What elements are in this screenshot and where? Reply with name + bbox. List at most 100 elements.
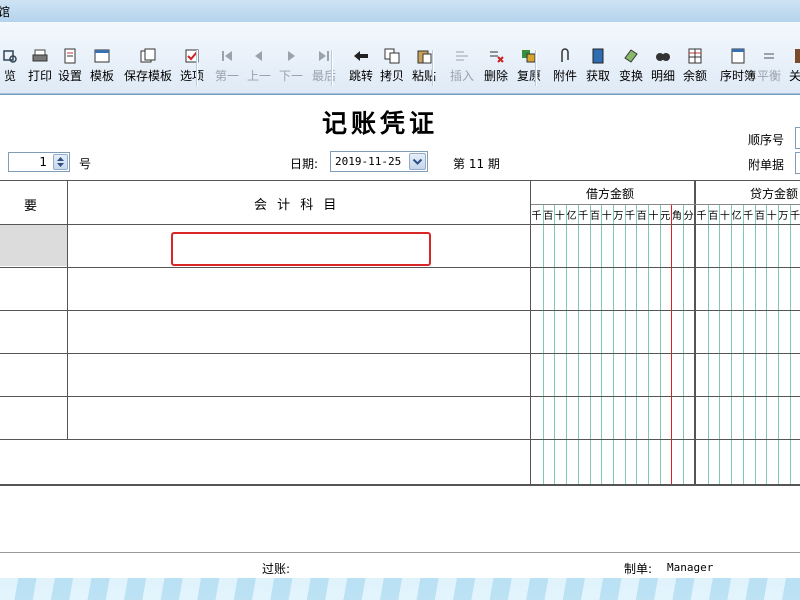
grid-line-row (0, 439, 800, 440)
column-header-debit: 借方金额 (586, 187, 635, 201)
toolbar-button-balance[interactable]: 余额 (683, 48, 707, 90)
insert-icon (454, 48, 470, 64)
amount-digit-line (648, 205, 649, 485)
account-input-active[interactable] (171, 232, 431, 266)
amount-digit-line (577, 205, 579, 485)
amount-digit-line (731, 205, 733, 485)
toolbar-button-save-template[interactable]: 保存模板 (124, 48, 172, 90)
toolbar-button-label: 设置 (58, 69, 83, 83)
jump-icon (353, 48, 369, 64)
period-text: 第 11 期 (453, 157, 500, 171)
toolbar-button-label: 打印 (28, 69, 53, 83)
spinner-arrows-icon[interactable] (53, 154, 68, 170)
journal-icon (730, 48, 746, 64)
amount-digit-line (789, 205, 791, 485)
balance-icon (687, 48, 703, 64)
toolbar-button-preview[interactable]: 览 (2, 48, 18, 90)
seq-input[interactable] (795, 127, 800, 149)
toolbar-separator (331, 50, 332, 86)
toolbar-button-label: 序时簿 (720, 69, 757, 83)
voucher-number-spinner[interactable]: 1 (8, 152, 70, 172)
credit-digit-header: 十 (719, 211, 730, 222)
toolbar-button-label: 复原 (517, 69, 542, 83)
summary-cell-active[interactable] (0, 225, 67, 266)
toolbar-button-jump[interactable]: 跳转 (349, 48, 373, 90)
credit-digit-header: 千 (790, 211, 800, 222)
toolbar-button-balance-check[interactable]: 平衡 (757, 48, 781, 90)
voucher-number-suffix: 号 (79, 157, 92, 171)
toolbar-button-close[interactable]: 关讠 (789, 48, 800, 90)
toolbar-separator (432, 50, 433, 86)
amount-digit-line (777, 205, 779, 485)
credit-digit-header: 千 (696, 211, 707, 222)
grid-line-amount-sub (531, 204, 800, 205)
footer-bar: 过账: 制单: Manager (0, 552, 800, 578)
column-header-credit: 贷方金额 (750, 187, 799, 201)
toolbar-button-next[interactable]: 下一 (279, 48, 303, 90)
toolbar-button-attachment[interactable]: 附件 (553, 48, 577, 90)
credit-digit-header: 十 (766, 211, 777, 222)
toolbar-button-label: 余额 (683, 69, 708, 83)
credit-digit-header: 百 (708, 211, 719, 222)
credit-digit-header: 万 (778, 211, 789, 222)
amount-digit-line (742, 205, 744, 485)
toolbar-button-options[interactable]: 选项 (180, 48, 204, 90)
toolbar-button-label: 附件 (553, 69, 578, 83)
debit-digit-header: 百 (543, 211, 554, 222)
amount-digit-line (636, 205, 638, 485)
credit-digit-header: 亿 (731, 211, 742, 222)
toolbar-button-prev[interactable]: 上一 (247, 48, 271, 90)
toolbar-button-label: 保存模板 (124, 69, 173, 83)
toolbar-button-journal[interactable]: 序时簿 (720, 48, 756, 90)
first-icon (219, 48, 235, 64)
amount-digit-line (754, 205, 756, 485)
background-wave-bottom (0, 578, 800, 600)
attach-input[interactable] (795, 152, 800, 174)
toolbar-button-label: 览 (3, 69, 16, 83)
amount-digit-line (624, 205, 626, 485)
debit-digit-header: 百 (636, 211, 647, 222)
grid-line-row (0, 310, 800, 311)
close-icon (793, 48, 800, 64)
debit-digit-header: 角 (671, 211, 682, 222)
column-header-account: 会 计 科 目 (254, 198, 340, 213)
toolbar-button-insert[interactable]: 插入 (450, 48, 474, 90)
toolbar-button-detail[interactable]: 明细 (651, 48, 675, 90)
maker-value: Manager (667, 561, 714, 574)
amount-digit-line (589, 205, 591, 485)
debit-digit-header: 千 (625, 211, 636, 222)
credit-digit-header: 百 (755, 211, 765, 222)
debit-digit-header: 百 (590, 211, 600, 222)
amount-digit-line (719, 205, 721, 485)
chevron-down-icon[interactable] (409, 153, 426, 170)
toolbar-button-label: 第一 (215, 69, 240, 83)
amount-digit-line (612, 205, 614, 485)
amount-digit-line (554, 205, 556, 485)
date-picker[interactable]: 2019-11-25 (330, 151, 428, 172)
posting-label: 过账: (262, 562, 291, 576)
toolbar-button-restore[interactable]: 复原 (517, 48, 541, 90)
toolbar-button-label: 获取 (586, 69, 611, 83)
toolbar-button-template[interactable]: 模板 (90, 48, 114, 90)
toolbar-button-first[interactable]: 第一 (215, 48, 239, 90)
toolbar-button-last[interactable]: 最后 (312, 48, 336, 90)
attach-label: 附单据 (748, 158, 785, 172)
debit-digit-header: 十 (648, 211, 659, 222)
toolbar-button-transform[interactable]: 变换 (619, 48, 643, 90)
toolbar-button-settings[interactable]: 设置 (58, 48, 82, 90)
credit-digit-header: 千 (743, 211, 754, 222)
toolbar-button-fetch[interactable]: 获取 (586, 48, 610, 90)
date-label: 日期: (290, 157, 319, 171)
amount-digit-line (542, 205, 544, 485)
detail-icon (655, 48, 671, 64)
toolbar-button-copy[interactable]: 拷贝 (380, 48, 404, 90)
prev-icon (251, 48, 267, 64)
seq-label: 顺序号 (748, 133, 785, 147)
toolbar-button-delete[interactable]: 删除 (484, 48, 508, 90)
paste-icon (416, 48, 432, 64)
amount-digit-line (601, 205, 603, 485)
voucher-title: 记账凭证 (322, 109, 439, 138)
copy-icon (384, 48, 400, 64)
debit-digit-header: 千 (531, 211, 542, 222)
toolbar-button-print[interactable]: 打印 (28, 48, 52, 90)
